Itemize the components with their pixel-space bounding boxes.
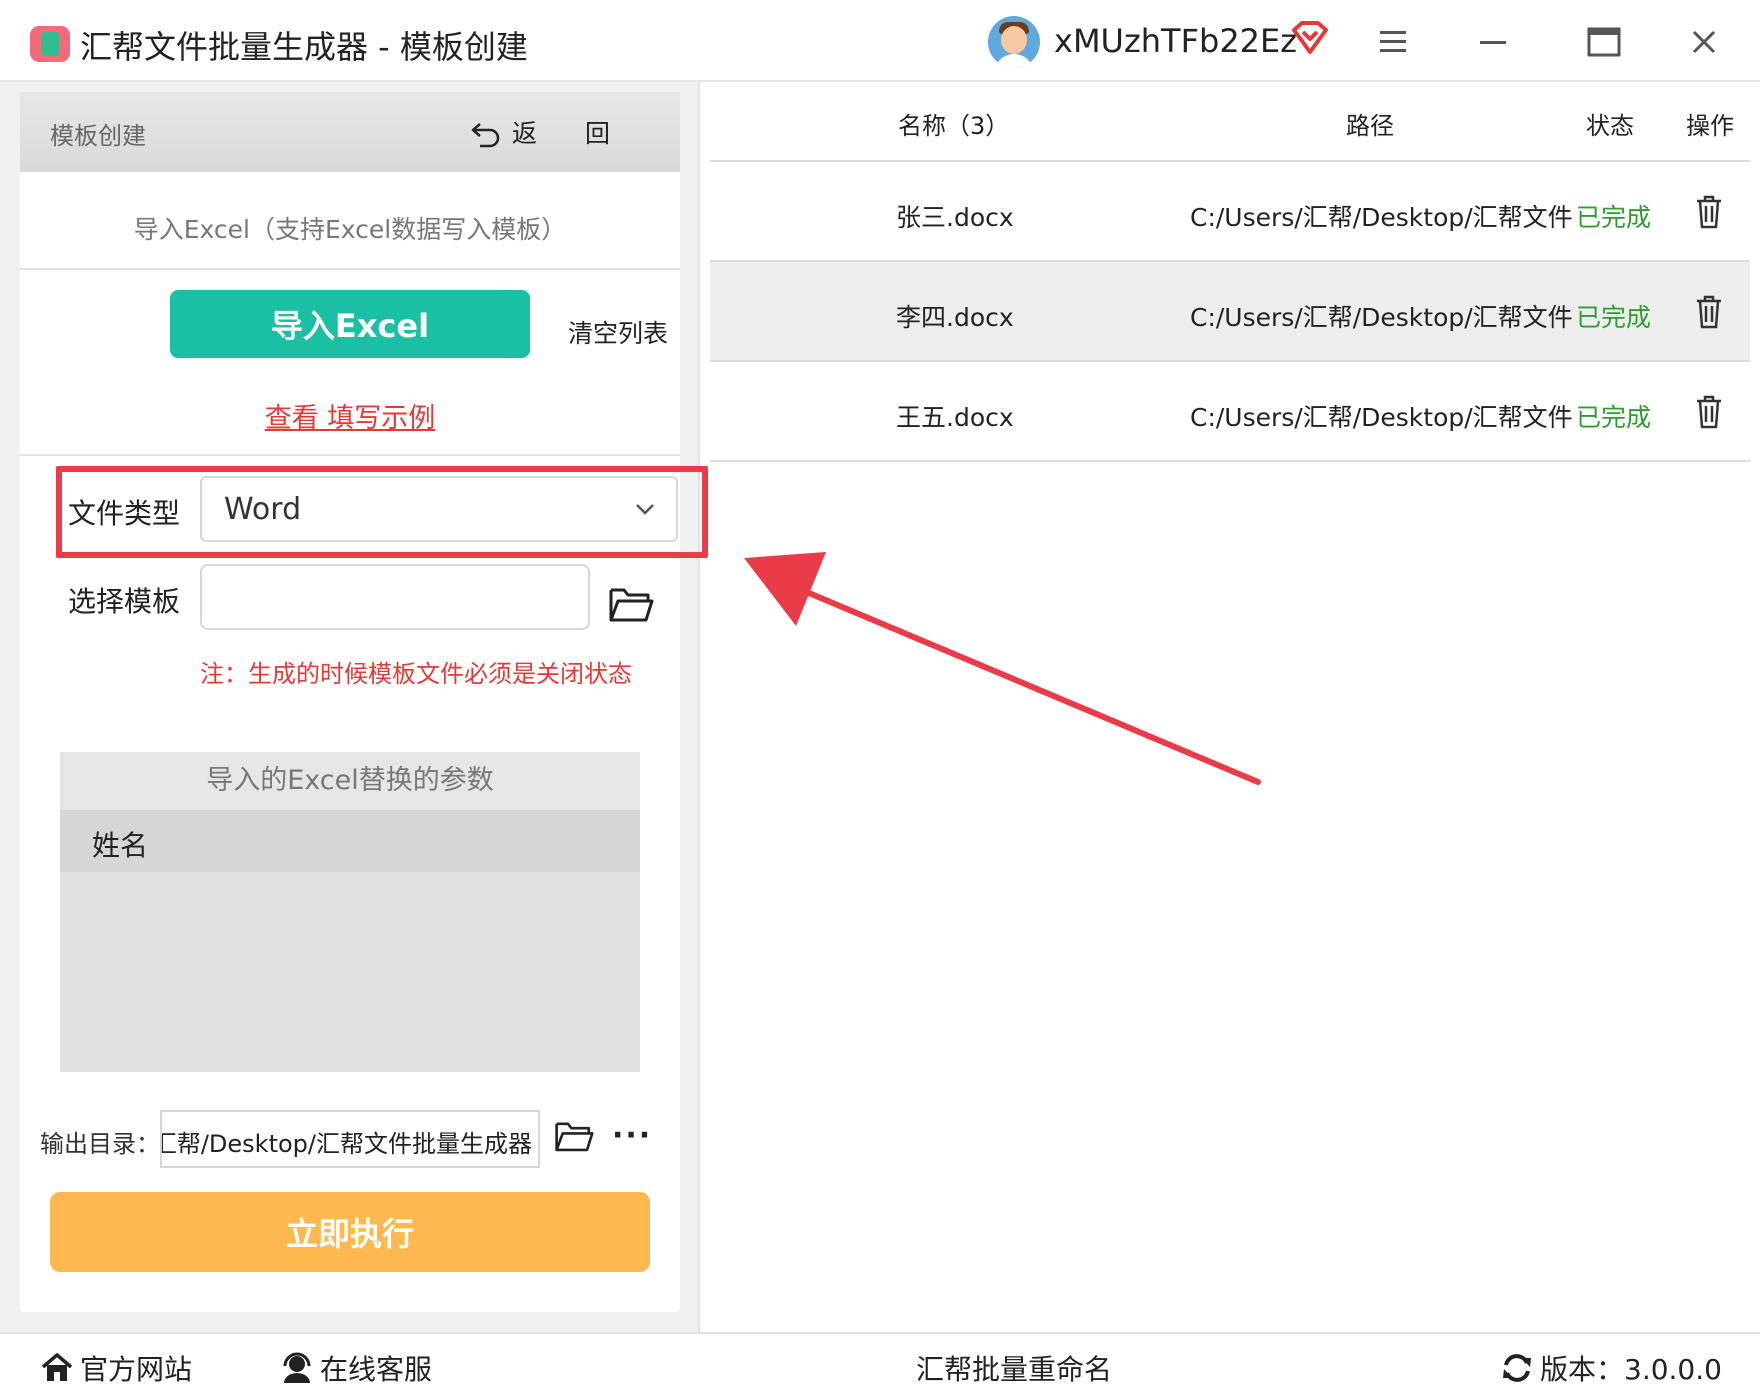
template-input[interactable] (200, 564, 590, 630)
app-window: 汇帮文件批量生成器 - 模板创建 xMUzhTFb22Ez 模板创建 返 回 导… (0, 0, 1760, 1400)
batch-rename-label: 汇帮批量重命名 (916, 1353, 1113, 1386)
template-label: 选择模板 (68, 585, 181, 618)
home-icon (41, 1353, 73, 1381)
table-row[interactable]: 王五.docx C:/Users/汇帮/Desktop/汇帮文件 已完成 (710, 362, 1750, 462)
col-header-path: 路径 (1346, 112, 1394, 140)
col-header-status: 状态 (1586, 112, 1634, 140)
view-example-link[interactable]: 查看 填写示例 (20, 396, 680, 435)
param-item[interactable]: 姓名 (60, 810, 640, 872)
output-dir-label: 输出目录： (40, 1130, 160, 1158)
version-info[interactable]: 版本：3.0.0.0 (1500, 1350, 1722, 1386)
batch-rename-link[interactable]: 汇帮批量重命名 (916, 1350, 1112, 1386)
row-name: 王五.docx (896, 403, 1014, 432)
table-row[interactable]: 张三.docx C:/Users/汇帮/Desktop/汇帮文件 已完成 (710, 162, 1750, 262)
folder-open-icon[interactable] (608, 584, 654, 624)
back-arrow-icon (471, 123, 500, 148)
row-divider (710, 460, 1750, 462)
table-row[interactable]: 李四.docx C:/Users/汇帮/Desktop/汇帮文件 已完成 (710, 262, 1750, 362)
official-website-link[interactable]: 官方网站 (40, 1350, 192, 1386)
avatar-body (994, 54, 1034, 68)
footer-bar: 官方网站 在线客服 汇帮批量重命名 版本：3.0.0.0 (0, 1332, 1760, 1400)
highlight-annotation (56, 466, 708, 558)
row-name: 张三.docx (896, 203, 1014, 232)
divider (20, 268, 680, 270)
row-status: 已完成 (1576, 403, 1652, 432)
title-bar: 汇帮文件批量生成器 - 模板创建 xMUzhTFb22Ez (0, 0, 1760, 82)
minimize-icon[interactable] (1474, 22, 1514, 62)
clear-list-button[interactable]: 清空列表 (568, 314, 668, 350)
params-header: 导入的Excel替换的参数 (60, 752, 640, 810)
row-status: 已完成 (1576, 203, 1652, 232)
trash-icon[interactable] (1694, 294, 1724, 330)
output-dir-value: 汇帮/Desktop/汇帮文件批量生成器 (160, 1130, 532, 1158)
trash-icon[interactable] (1694, 194, 1724, 230)
back-label: 返 回 (512, 119, 630, 148)
online-support-label: 在线客服 (320, 1353, 433, 1386)
run-now-button[interactable]: 立即执行 (50, 1192, 650, 1272)
row-path: C:/Users/汇帮/Desktop/汇帮文件 (1190, 303, 1573, 332)
note-text: 注：生成的时候模板文件必须是关闭状态 (200, 660, 632, 688)
trash-icon[interactable] (1694, 394, 1724, 430)
menu-icon[interactable] (1374, 22, 1414, 62)
row-name: 李四.docx (896, 303, 1014, 332)
avatar-face (1001, 26, 1027, 54)
headset-icon (283, 1352, 311, 1383)
row-path: C:/Users/汇帮/Desktop/汇帮文件 (1190, 403, 1573, 432)
panel-header: 模板创建 返 回 (20, 92, 680, 172)
version-label: 版本：3.0.0.0 (1540, 1353, 1722, 1386)
col-header-name: 名称（3） (898, 112, 1010, 140)
window-title: 汇帮文件批量生成器 - 模板创建 (80, 28, 528, 66)
output-folder-icon[interactable] (554, 1118, 594, 1154)
vip-diamond-icon[interactable] (1290, 20, 1330, 56)
user-avatar[interactable] (988, 16, 1040, 68)
maximize-icon[interactable] (1584, 22, 1624, 62)
params-panel: 导入的Excel替换的参数 姓名 (60, 752, 640, 1072)
official-website-label: 官方网站 (80, 1353, 193, 1386)
more-options-button[interactable]: ··· (612, 1118, 652, 1153)
import-hint: 导入Excel（支持Excel数据写入模板） (133, 215, 567, 244)
panel-title: 模板创建 (50, 122, 146, 150)
import-excel-button[interactable]: 导入Excel (170, 290, 530, 358)
output-dir-input[interactable]: 汇帮/Desktop/汇帮文件批量生成器 (160, 1110, 540, 1168)
refresh-icon (1503, 1354, 1531, 1382)
col-header-action: 操作 (1686, 112, 1734, 140)
online-support-link[interactable]: 在线客服 (280, 1350, 432, 1386)
username[interactable]: xMUzhTFb22Ez (1054, 22, 1297, 60)
app-logo-icon (30, 26, 70, 62)
close-icon[interactable] (1684, 22, 1724, 62)
divider (20, 454, 680, 456)
row-path: C:/Users/汇帮/Desktop/汇帮文件 (1190, 203, 1573, 232)
row-status: 已完成 (1576, 303, 1652, 332)
param-label: 姓名 (92, 829, 149, 862)
back-button[interactable]: 返 回 (470, 112, 630, 152)
